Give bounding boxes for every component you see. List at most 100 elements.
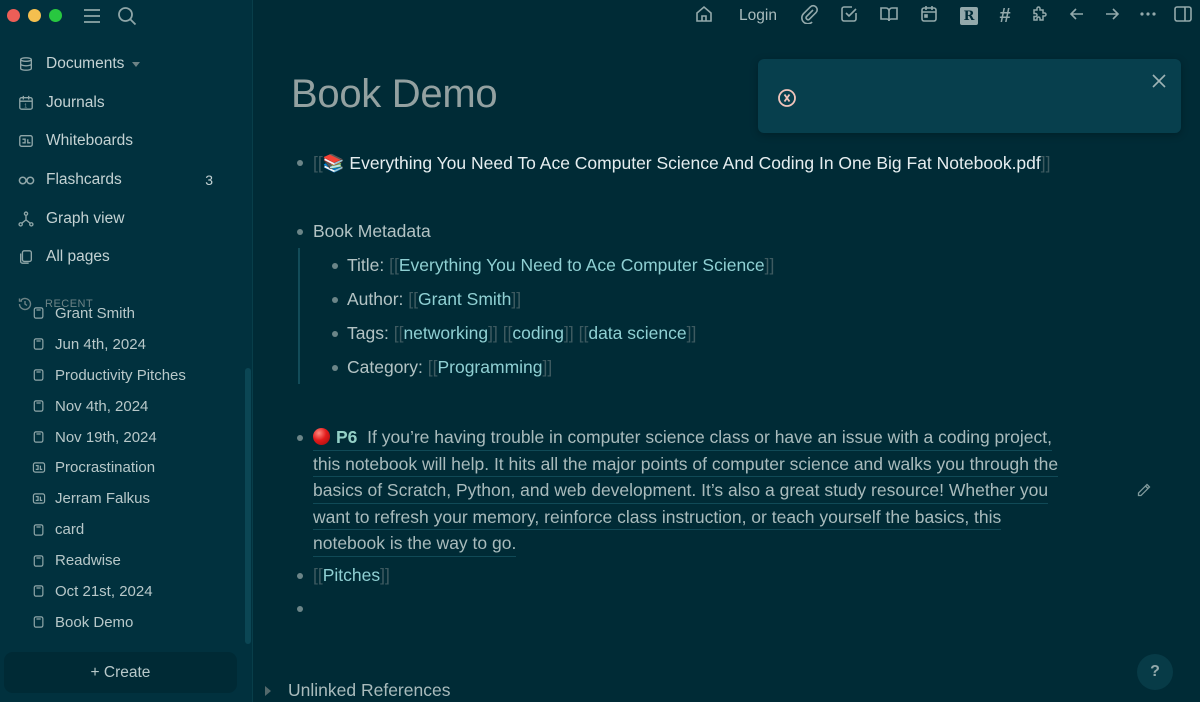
- sidebar-scrollbar[interactable]: [245, 368, 251, 644]
- red-circle-icon: [313, 428, 330, 445]
- minimize-window-button[interactable]: [28, 9, 41, 22]
- pages-icon: [17, 248, 35, 266]
- metadata-tags[interactable]: Tags: [[networking]] [[coding]] [[data s…: [347, 320, 696, 347]
- maximize-window-button[interactable]: [49, 9, 62, 22]
- unlinked-references-toggle[interactable]: Unlinked References: [265, 680, 450, 701]
- priority-tag[interactable]: P6: [336, 427, 357, 447]
- sidebar-right-icon: [1173, 4, 1193, 29]
- plugins-button[interactable]: [1029, 5, 1051, 27]
- sidebar-item-label: Journals: [46, 93, 105, 111]
- metadata-block[interactable]: Book Metadata: [313, 218, 431, 245]
- empty-block-bullet[interactable]: [297, 606, 303, 612]
- search-icon[interactable]: [116, 5, 138, 27]
- tags-button[interactable]: #: [994, 5, 1016, 27]
- home-icon: [694, 4, 714, 29]
- recent-item-jun-4th-2024[interactable]: Jun 4th, 2024: [0, 329, 245, 360]
- sidebar-item-flashcards[interactable]: Flashcards 3: [0, 161, 253, 200]
- tasks-button[interactable]: [838, 5, 860, 27]
- description-block[interactable]: P6 If you’re having trouble in computer …: [313, 424, 1143, 557]
- recent-item-label: Jun 4th, 2024: [55, 335, 146, 353]
- recent-item-productivity-pitches[interactable]: Productivity Pitches: [0, 360, 245, 391]
- sidebar-item-journals[interactable]: 1 Journals: [0, 84, 253, 123]
- sidebar-item-documents[interactable]: Documents: [0, 45, 253, 84]
- recent-item-readwise[interactable]: Readwise: [0, 545, 245, 576]
- block-bullet[interactable]: [297, 435, 303, 441]
- page-ref-title[interactable]: Everything You Need to Ace Computer Scie…: [399, 255, 765, 275]
- recent-list: Grant Smith Jun 4th, 2024 Productivity P…: [0, 298, 245, 638]
- help-button[interactable]: ?: [1137, 654, 1173, 690]
- metadata-key: Title:: [347, 255, 390, 275]
- pdf-block[interactable]: [[📚 Everything You Need To Ace Computer …: [313, 150, 1051, 177]
- page-icon: [32, 584, 46, 598]
- edit-pencil-icon[interactable]: [1136, 482, 1152, 498]
- recent-item-book-demo[interactable]: Book Demo: [0, 607, 245, 638]
- recent-item-label: Nov 19th, 2024: [55, 428, 157, 446]
- sidebar-nav: Documents 1 Journals Whiteboards Flashca…: [0, 45, 253, 277]
- recent-item-oct-21st-2024[interactable]: Oct 21st, 2024: [0, 576, 245, 607]
- page-icon: [32, 368, 46, 382]
- more-button[interactable]: [1137, 5, 1159, 27]
- create-button[interactable]: + Create: [4, 652, 237, 693]
- recent-item-label: Oct 21st, 2024: [55, 582, 153, 600]
- sidebar-item-all-pages[interactable]: All pages: [0, 238, 253, 277]
- block-bullet[interactable]: [297, 160, 303, 166]
- metadata-category[interactable]: Category: [[Programming]]: [347, 354, 552, 381]
- toggle-right-sidebar-button[interactable]: [1172, 5, 1194, 27]
- block-bullet[interactable]: [332, 331, 338, 337]
- page-ref-category[interactable]: Programming: [437, 357, 542, 377]
- page-ref-pitches[interactable]: Pitches: [323, 565, 380, 585]
- recent-item-label: Readwise: [55, 552, 121, 570]
- readwise-button[interactable]: R: [958, 5, 980, 27]
- block-bullet[interactable]: [332, 263, 338, 269]
- forward-button[interactable]: [1101, 5, 1123, 27]
- paragraph-line: basics of Scratch, Python, and web devel…: [313, 477, 1049, 504]
- recent-item-procrastination[interactable]: Procrastination: [0, 452, 245, 483]
- chevron-down-icon[interactable]: [132, 61, 141, 67]
- book-open-icon: [879, 4, 899, 29]
- close-window-button[interactable]: [7, 9, 20, 22]
- flashcards-count-badge: 3: [205, 172, 213, 189]
- whiteboard-icon: [32, 492, 46, 506]
- page-ref-tag[interactable]: coding: [512, 323, 564, 343]
- indent-guide[interactable]: [298, 248, 300, 384]
- sidebar-item-label: Flashcards: [46, 171, 122, 189]
- block-bullet[interactable]: [332, 297, 338, 303]
- block-bullet[interactable]: [297, 229, 303, 235]
- page-icon: [32, 399, 46, 413]
- back-button[interactable]: [1066, 5, 1088, 27]
- close-notification-button[interactable]: [1151, 73, 1167, 89]
- graph-icon: [17, 210, 35, 228]
- page-icon: [32, 615, 46, 629]
- recent-item-card[interactable]: card: [0, 514, 245, 545]
- metadata-key: Category:: [347, 357, 428, 377]
- home-button[interactable]: [693, 5, 715, 27]
- page-title[interactable]: Book Demo: [291, 72, 498, 117]
- pdf-link[interactable]: Everything You Need To Ace Computer Scie…: [345, 153, 1040, 173]
- login-button[interactable]: Login: [736, 5, 780, 27]
- page-ref-tag[interactable]: networking: [403, 323, 488, 343]
- recent-item-label: card: [55, 521, 85, 539]
- attachment-button[interactable]: [798, 4, 820, 27]
- page-ref-author[interactable]: Grant Smith: [418, 289, 511, 309]
- sidebar-item-graph-view[interactable]: Graph view: [0, 199, 253, 238]
- reader-button[interactable]: [878, 5, 900, 27]
- books-emoji-icon: 📚: [322, 153, 345, 173]
- menu-icon[interactable]: [81, 5, 103, 27]
- page-ref-tag[interactable]: data science: [588, 323, 686, 343]
- pitches-block[interactable]: [[Pitches]]: [313, 562, 390, 589]
- sidebar-item-whiteboards[interactable]: Whiteboards: [0, 122, 253, 161]
- recent-item-nov-4th-2024[interactable]: Nov 4th, 2024: [0, 391, 245, 422]
- recent-header-label: RECENT: [45, 298, 94, 310]
- journal-button[interactable]: [918, 5, 940, 27]
- ref-bracket-close: ]]: [1040, 153, 1051, 173]
- sidebar-item-label: Graph view: [46, 209, 125, 227]
- metadata-author[interactable]: Author: [[Grant Smith]]: [347, 286, 521, 313]
- recent-item-nov-19th-2024[interactable]: Nov 19th, 2024: [0, 422, 245, 453]
- recent-item-jerram-falkus[interactable]: Jerram Falkus: [0, 483, 245, 514]
- recent-item-label: Productivity Pitches: [55, 366, 186, 384]
- metadata-title[interactable]: Title: [[Everything You Need to Ace Comp…: [347, 252, 774, 279]
- block-bullet[interactable]: [332, 365, 338, 371]
- block-bullet[interactable]: [297, 573, 303, 579]
- readwise-icon: R: [960, 7, 978, 25]
- paragraph-line: P6 If you’re having trouble in computer …: [313, 424, 1052, 451]
